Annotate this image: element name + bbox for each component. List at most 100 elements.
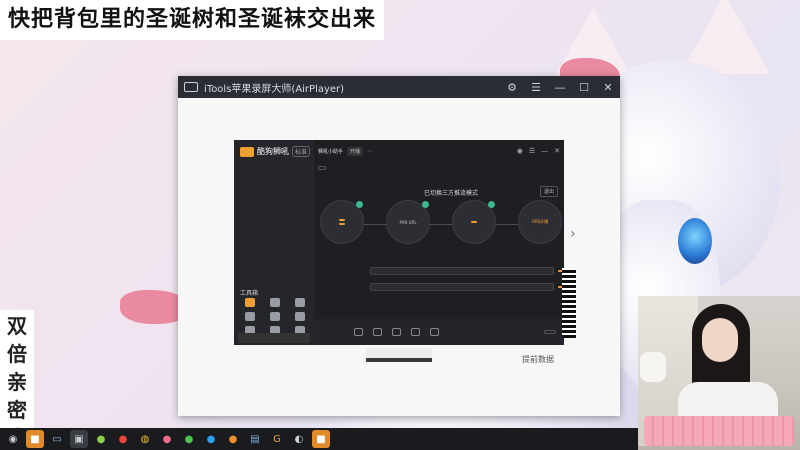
start-button-icon[interactable]: ◉ xyxy=(4,430,22,448)
logo-tag: 标准 xyxy=(292,146,311,157)
setup-steps: PAN URL OBS开播 xyxy=(318,200,562,260)
steam-icon[interactable]: ◐ xyxy=(290,430,308,448)
toolbar-icon xyxy=(430,327,439,336)
itools-window: iTools苹果录屏大师(AirPlayer) ⚙ ☰ — ☐ ✕ 酷狗狮吼 标… xyxy=(178,76,620,416)
sidebar-bottom-bar[interactable] xyxy=(238,333,310,343)
app-subheader xyxy=(314,162,564,174)
app-icon-green[interactable]: ● xyxy=(92,430,110,448)
toolbar-item[interactable] xyxy=(354,327,363,337)
side-char: 双 xyxy=(7,314,27,338)
tool-icon xyxy=(294,312,305,321)
app-icon-game[interactable]: ■ xyxy=(26,430,44,448)
step-4: OBS开播 xyxy=(516,200,564,247)
app-icon-monitor[interactable]: ▭ xyxy=(48,430,66,448)
step-1 xyxy=(318,200,366,247)
step-2: PAN URL xyxy=(384,200,432,247)
steps-connector xyxy=(340,224,540,225)
windows-taskbar: ◉ ■ ▭ ▣ ● ● ◍ ● ● ● ● ▤ G ◐ ■ xyxy=(0,428,638,450)
tool-item[interactable] xyxy=(263,298,288,308)
check-icon xyxy=(356,201,363,208)
step-pill[interactable] xyxy=(339,223,345,225)
toolbar-icon xyxy=(373,327,382,336)
header-chip[interactable]: 开播 xyxy=(347,146,364,156)
tool-icon xyxy=(245,312,256,321)
toolbar-icon xyxy=(354,327,363,336)
device-stand xyxy=(366,348,432,362)
tool-item[interactable] xyxy=(263,312,288,322)
menu-button[interactable]: ☰ xyxy=(524,81,548,94)
minimize-button[interactable]: — xyxy=(548,81,572,94)
toolbar-item[interactable] xyxy=(392,327,401,337)
app-icon-blue[interactable]: ● xyxy=(202,430,220,448)
header-control-icon[interactable]: ◉ xyxy=(517,147,523,155)
download-label: 提前数据 xyxy=(522,355,554,364)
side-char: 亲 xyxy=(7,370,27,394)
microphone xyxy=(640,352,666,382)
close-button[interactable]: ✕ xyxy=(596,81,620,94)
side-char: 密 xyxy=(7,398,27,422)
step-circle: PAN URL xyxy=(386,200,430,244)
header-title: 狮吼小助手 xyxy=(318,148,344,155)
qr-code xyxy=(562,268,576,338)
rtmp-address-row xyxy=(366,266,566,276)
toolbar-item[interactable] xyxy=(373,327,382,337)
app-icon-red[interactable]: ● xyxy=(114,430,132,448)
tool-icon xyxy=(245,298,256,307)
mirrored-app-screen: 酷狗狮吼 标准 工具箱 狮吼小助手 开播 ◉ ☰ — ✕ 已切换三方推流模式 退… xyxy=(234,140,566,345)
app-icon-doc[interactable]: ▤ xyxy=(246,430,264,448)
step-3 xyxy=(450,200,498,247)
stream-key-row xyxy=(366,282,566,292)
step-pill[interactable] xyxy=(471,221,477,223)
tool-item[interactable] xyxy=(238,298,263,308)
tool-icon xyxy=(269,298,280,307)
app-logo: 酷狗狮吼 标准 xyxy=(240,146,311,157)
logo-icon xyxy=(240,146,254,157)
minimize-icon[interactable]: — xyxy=(541,147,548,155)
app-icon-itools[interactable]: ▣ xyxy=(70,430,88,448)
tool-item[interactable] xyxy=(287,298,312,308)
tool-item[interactable] xyxy=(238,312,263,322)
side-char: 倍 xyxy=(7,342,27,366)
sub-chip[interactable] xyxy=(318,166,326,170)
toolbar-item[interactable] xyxy=(430,327,439,337)
chevron-right-icon[interactable]: › xyxy=(570,226,576,242)
app-icon-orange[interactable]: ● xyxy=(224,430,242,448)
tool-item[interactable] xyxy=(287,312,312,322)
window-title: iTools苹果录屏大师(AirPlayer) xyxy=(204,83,345,95)
maximize-button[interactable]: ☐ xyxy=(572,81,596,94)
app-main-panel: 狮吼小助手 开播 ◉ ☰ — ✕ 已切换三方推流模式 退出 PAN URL OB… xyxy=(314,140,566,345)
streamer-face xyxy=(702,318,738,362)
logo-name: 酷狗狮吼 xyxy=(257,147,289,156)
step-circle xyxy=(452,200,496,244)
check-icon xyxy=(422,201,429,208)
webcam-feed xyxy=(638,296,800,450)
app-icon-pink[interactable]: ● xyxy=(158,430,176,448)
stream-key-field[interactable] xyxy=(370,283,554,291)
app-header: 狮吼小助手 开播 ◉ ☰ — ✕ xyxy=(314,140,564,162)
step-pill[interactable] xyxy=(339,219,345,221)
window-titlebar[interactable]: iTools苹果录屏大师(AirPlayer) ⚙ ☰ — ☐ ✕ xyxy=(178,76,620,98)
header-chip-secondary[interactable] xyxy=(367,150,374,152)
rtmp-address-field[interactable] xyxy=(370,267,554,275)
stream-title-banner: 快把背包里的圣诞树和圣诞袜交出来 xyxy=(0,0,385,40)
toolbar-icon xyxy=(411,327,420,336)
check-icon xyxy=(488,201,495,208)
app-icon-game2[interactable]: ■ xyxy=(312,430,330,448)
exit-mode-button[interactable]: 退出 xyxy=(539,186,558,197)
start-live-button[interactable] xyxy=(544,330,556,334)
toolbar-item[interactable] xyxy=(411,327,420,337)
step-circle xyxy=(320,200,364,244)
close-icon[interactable]: ✕ xyxy=(554,147,560,155)
app-bottom-toolbar xyxy=(314,319,564,345)
screen-cast-icon xyxy=(184,82,198,92)
settings-button[interactable]: ⚙ xyxy=(500,81,524,94)
tools-label: 工具箱 xyxy=(240,290,259,297)
header-control-icon[interactable]: ☰ xyxy=(529,147,535,155)
tool-icon xyxy=(294,298,305,307)
app-sidebar: 酷狗狮吼 标准 工具箱 xyxy=(234,140,314,345)
step-text: PAN URL xyxy=(399,219,417,225)
step-text: OBS开播 xyxy=(531,219,549,224)
app-icon-g[interactable]: G xyxy=(268,430,286,448)
chrome-icon[interactable]: ◍ xyxy=(136,430,154,448)
wechat-icon[interactable]: ● xyxy=(180,430,198,448)
